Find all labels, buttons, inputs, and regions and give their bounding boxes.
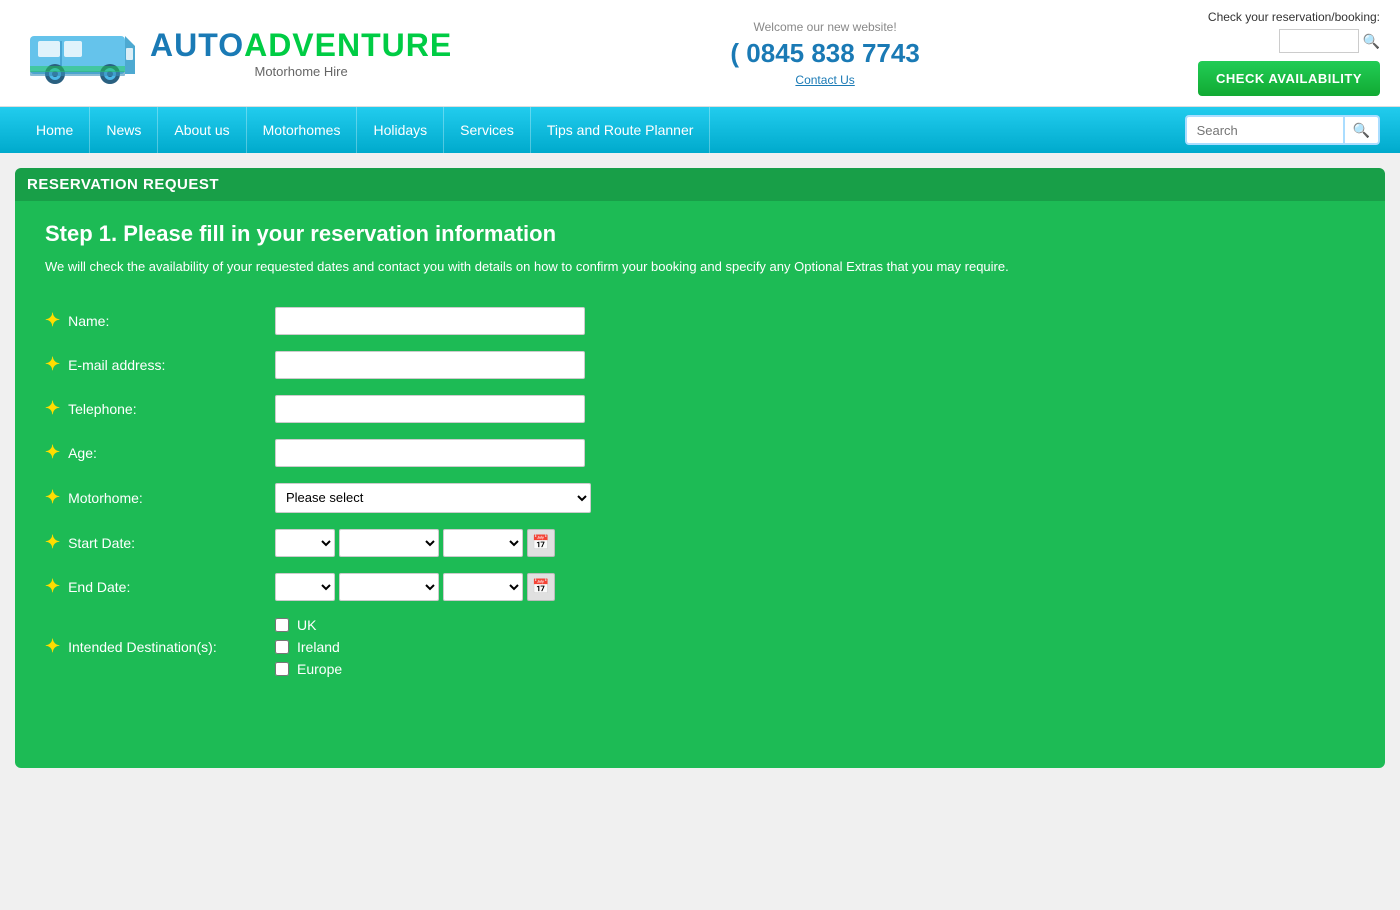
form-row-destination: ✦ Intended Destination(s): UK Ireland Eu…: [45, 617, 1355, 677]
logo-adventure: ADVENTURE: [244, 27, 452, 63]
welcome-text: Welcome our new website!: [452, 20, 1198, 34]
contact-link[interactable]: Contact Us: [452, 73, 1198, 87]
center-area: Welcome our new website! ( 0845 838 7743…: [452, 20, 1198, 87]
right-area: Check your reservation/booking: 🔍 CHECK …: [1198, 10, 1380, 96]
reservation-input-row: 🔍: [1198, 29, 1380, 53]
required-star-name: ✦: [45, 310, 60, 331]
destination-uk-checkbox[interactable]: [275, 618, 289, 632]
name-label: Name:: [68, 313, 109, 329]
end-date-calendar-btn[interactable]: 📅: [527, 573, 555, 601]
section-title: RESERVATION REQUEST: [15, 168, 1385, 201]
start-date-inputs: 📅: [275, 529, 555, 557]
required-star-age: ✦: [45, 442, 60, 463]
nav-search-button[interactable]: 🔍: [1345, 115, 1380, 145]
nav-services[interactable]: Services: [444, 107, 531, 153]
destination-ireland-label: Ireland: [297, 639, 340, 655]
form-label-destination-area: ✦ Intended Destination(s):: [45, 636, 275, 657]
form-row-age: ✦ Age:: [45, 439, 1355, 467]
start-date-day[interactable]: [275, 529, 335, 557]
email-label: E-mail address:: [68, 357, 165, 373]
end-date-month[interactable]: [339, 573, 439, 601]
reservation-search-btn[interactable]: 🔍: [1363, 33, 1380, 50]
reservation-label: Check your reservation/booking:: [1198, 10, 1380, 24]
destination-checkboxes: UK Ireland Europe: [275, 617, 342, 677]
form-label-name-area: ✦ Name:: [45, 310, 275, 331]
end-date-label: End Date:: [68, 579, 130, 595]
form-label-email-area: ✦ E-mail address:: [45, 354, 275, 375]
check-availability-button[interactable]: CHECK AVAILABILITY: [1198, 61, 1380, 96]
start-date-month[interactable]: [339, 529, 439, 557]
nav-search-area: 🔍: [1185, 115, 1380, 145]
destination-europe-checkbox[interactable]: [275, 662, 289, 676]
required-star-motorhome: ✦: [45, 487, 60, 508]
nav-motorhomes[interactable]: Motorhomes: [247, 107, 358, 153]
name-input[interactable]: [275, 307, 585, 335]
header: AUTOADVENTURE Motorhome Hire Welcome our…: [0, 0, 1400, 107]
form-row-end-date: ✦ End Date: 📅: [45, 573, 1355, 601]
age-input[interactable]: [275, 439, 585, 467]
nav-home[interactable]: Home: [20, 107, 90, 153]
nav-search-input[interactable]: [1185, 115, 1345, 145]
end-date-day[interactable]: [275, 573, 335, 601]
required-star-email: ✦: [45, 354, 60, 375]
form-row-name: ✦ Name:: [45, 307, 1355, 335]
logo-area: AUTOADVENTURE Motorhome Hire: [20, 16, 452, 91]
logo-auto: AUTO: [150, 27, 244, 63]
destination-ireland[interactable]: Ireland: [275, 639, 342, 655]
required-star-start-date: ✦: [45, 532, 60, 553]
phone-number: ( 0845 838 7743: [452, 38, 1198, 69]
telephone-input[interactable]: [275, 395, 585, 423]
form-label-motorhome-area: ✦ Motorhome:: [45, 487, 275, 508]
start-date-label: Start Date:: [68, 535, 135, 551]
step-heading: Step 1. Please fill in your reservation …: [45, 221, 1355, 247]
end-date-year[interactable]: [443, 573, 523, 601]
age-label: Age:: [68, 445, 97, 461]
logo-text: AUTOADVENTURE Motorhome Hire: [150, 27, 452, 79]
motorhome-logo-icon: [20, 16, 140, 91]
destination-ireland-checkbox[interactable]: [275, 640, 289, 654]
nav-holidays[interactable]: Holidays: [357, 107, 444, 153]
required-star-end-date: ✦: [45, 576, 60, 597]
nav-about-us[interactable]: About us: [158, 107, 246, 153]
email-input[interactable]: [275, 351, 585, 379]
form-label-end-date-area: ✦ End Date:: [45, 576, 275, 597]
motorhome-select[interactable]: Please select: [275, 483, 591, 513]
form-label-telephone-area: ✦ Telephone:: [45, 398, 275, 419]
start-date-year[interactable]: [443, 529, 523, 557]
destination-europe-label: Europe: [297, 661, 342, 677]
nav-tips-route[interactable]: Tips and Route Planner: [531, 107, 711, 153]
end-date-inputs: 📅: [275, 573, 555, 601]
nav-news[interactable]: News: [90, 107, 158, 153]
form-label-age-area: ✦ Age:: [45, 442, 275, 463]
required-star-telephone: ✦: [45, 398, 60, 419]
form-row-motorhome: ✦ Motorhome: Please select: [45, 483, 1355, 513]
step-description: We will check the availability of your r…: [45, 257, 1355, 277]
form-label-start-date-area: ✦ Start Date:: [45, 532, 275, 553]
main-content: RESERVATION REQUEST Step 1. Please fill …: [15, 168, 1385, 768]
destination-label: Intended Destination(s):: [68, 639, 217, 655]
motorhome-label: Motorhome:: [68, 490, 143, 506]
form-row-email: ✦ E-mail address:: [45, 351, 1355, 379]
destination-uk[interactable]: UK: [275, 617, 342, 633]
nav-items: Home News About us Motorhomes Holidays S…: [20, 107, 1185, 153]
reservation-input[interactable]: [1279, 29, 1359, 53]
destination-uk-label: UK: [297, 617, 316, 633]
form-row-start-date: ✦ Start Date: 📅: [45, 529, 1355, 557]
navbar: Home News About us Motorhomes Holidays S…: [0, 107, 1400, 153]
form-row-telephone: ✦ Telephone:: [45, 395, 1355, 423]
start-date-calendar-btn[interactable]: 📅: [527, 529, 555, 557]
destination-europe[interactable]: Europe: [275, 661, 342, 677]
required-star-destination: ✦: [45, 636, 60, 657]
telephone-label: Telephone:: [68, 401, 137, 417]
logo-tagline: Motorhome Hire: [150, 64, 452, 79]
